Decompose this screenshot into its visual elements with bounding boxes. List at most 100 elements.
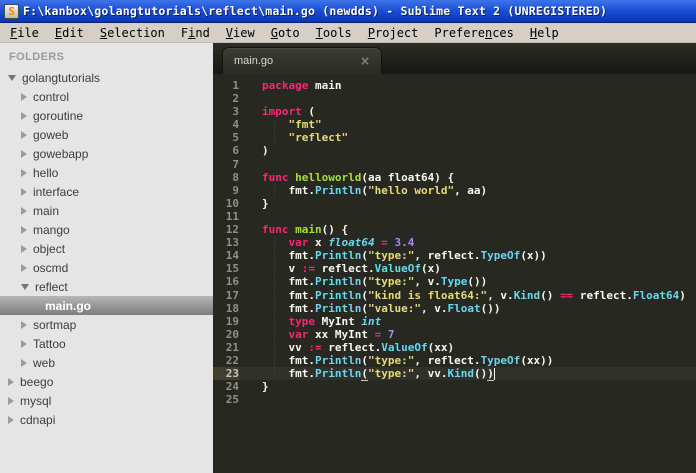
code-line[interactable]: 19 type MyInt int	[213, 314, 696, 328]
code-line-text: var x float64 = 3.4	[288, 236, 415, 250]
tree-item-label: cdnapi	[20, 412, 56, 427]
code-line[interactable]: 24}	[213, 380, 696, 393]
menu-item-preferences[interactable]: Preferences	[426, 24, 522, 42]
triangle-collapsed-icon[interactable]	[21, 187, 27, 196]
triangle-expanded-icon[interactable]	[8, 74, 16, 81]
folder-item-goweb[interactable]: goweb	[0, 125, 213, 144]
triangle-collapsed-icon[interactable]	[21, 168, 27, 177]
code-line[interactable]: 10}	[213, 197, 696, 210]
code-line[interactable]: 13 var x float64 = 3.4	[213, 236, 696, 250]
tree-item-label: oscmd	[33, 260, 69, 275]
tree-item-label: mysql	[20, 393, 52, 408]
code-line-text: fmt.Println("hello world", aa)	[262, 183, 488, 197]
folder-item-sortmap[interactable]: sortmap	[0, 315, 213, 334]
folder-item-gowebapp[interactable]: gowebapp	[0, 144, 213, 163]
code-line[interactable]: 22 fmt.Println("type:", reflect.TypeOf(x…	[213, 353, 696, 368]
sidebar: FOLDERS golangtutorials control goroutine g…	[0, 43, 213, 473]
code-line[interactable]: 9 fmt.Println("hello world", aa)	[213, 183, 696, 197]
code-area[interactable]: 1 package main 2 3 import (4 "fmt" 5 "reflect…	[213, 76, 696, 473]
indent-guide	[274, 314, 275, 328]
triangle-collapsed-icon[interactable]	[8, 377, 14, 386]
folder-item-reflect[interactable]: reflect	[0, 277, 213, 296]
indent-guide	[274, 367, 275, 381]
triangle-collapsed-icon[interactable]	[21, 225, 27, 234]
triangle-collapsed-icon[interactable]	[21, 206, 27, 215]
folder-item-mango[interactable]: mango	[0, 220, 213, 239]
indent-guide	[274, 327, 275, 341]
folder-item-tattoo[interactable]: Tattoo	[0, 334, 213, 353]
code-line[interactable]: 14 fmt.Println("type:", reflect.TypeOf(x…	[213, 249, 696, 263]
code-line[interactable]: 5 "reflect"	[213, 131, 696, 145]
triangle-collapsed-icon[interactable]	[21, 111, 27, 120]
menu-item-project[interactable]: Project	[360, 24, 427, 42]
triangle-collapsed-icon[interactable]	[21, 92, 27, 101]
folder-item-mysql[interactable]: mysql	[0, 391, 213, 410]
tab-main-go[interactable]: main.go ×	[222, 47, 382, 74]
code-line[interactable]: 11	[213, 210, 696, 223]
code-line-text: "reflect"	[288, 131, 349, 145]
file-item-main.go[interactable]: main.go	[0, 296, 213, 315]
triangle-collapsed-icon[interactable]	[21, 320, 27, 329]
menubar: File Edit Selection Find View Goto Tools Projec…	[0, 23, 696, 43]
sublime-text-window: S F:\kanbox\golangtutorials\reflect\main…	[0, 0, 696, 473]
folder-item-main[interactable]: main	[0, 201, 213, 220]
code-line[interactable]: 20 var xx MyInt = 7	[213, 327, 696, 341]
tree-item-label: main.go	[45, 298, 92, 313]
code-line-text: "fmt"	[288, 118, 322, 132]
folder-item-beego[interactable]: beego	[0, 372, 213, 391]
folder-item-interface[interactable]: interface	[0, 182, 213, 201]
code-line[interactable]: 18 fmt.Println("value:", v.Float())	[213, 301, 696, 315]
triangle-expanded-icon[interactable]	[21, 283, 29, 290]
code-line[interactable]: 6)	[213, 144, 696, 157]
triangle-collapsed-icon[interactable]	[21, 244, 27, 253]
indent-guide	[274, 131, 275, 145]
code-line[interactable]: 15 v := reflect.ValueOf(x)	[213, 262, 696, 276]
menu-item-goto[interactable]: Goto	[263, 24, 308, 42]
folder-item-object[interactable]: object	[0, 239, 213, 258]
code-line[interactable]: 1 package main	[213, 79, 696, 92]
menu-item-view[interactable]: View	[218, 24, 263, 42]
code-line[interactable]: 23 fmt.Println("type:", vv.Kind())	[213, 367, 696, 382]
menu-item-selection[interactable]: Selection	[92, 24, 173, 42]
code-line-text: vv := reflect.ValueOf(xx)	[262, 340, 455, 354]
triangle-collapsed-icon[interactable]	[8, 396, 14, 405]
code-line[interactable]: 21 vv := reflect.ValueOf(xx)	[213, 340, 696, 354]
triangle-collapsed-icon[interactable]	[21, 339, 27, 348]
folder-item-oscmd[interactable]: oscmd	[0, 258, 213, 277]
folder-item-goroutine[interactable]: goroutine	[0, 106, 213, 125]
triangle-collapsed-icon[interactable]	[21, 263, 27, 272]
menu-item-find[interactable]: Find	[173, 24, 218, 42]
code-line[interactable]: 25	[213, 393, 696, 406]
tab-close-icon[interactable]: ×	[360, 55, 370, 67]
tree-item-label: object	[33, 241, 66, 256]
menu-item-file[interactable]: File	[2, 24, 47, 42]
folder-item-web[interactable]: web	[0, 353, 213, 372]
titlebar[interactable]: S F:\kanbox\golangtutorials\reflect\main…	[0, 0, 696, 23]
line-number: 25	[225, 393, 239, 407]
menu-item-help[interactable]: Help	[522, 24, 567, 42]
line-number: 6	[232, 144, 239, 158]
menu-item-edit[interactable]: Edit	[47, 24, 92, 42]
folder-item-golangtutorials[interactable]: golangtutorials	[0, 68, 213, 87]
folder-item-control[interactable]: control	[0, 87, 213, 106]
line-number: 3	[232, 105, 239, 119]
code-line[interactable]: 8 func helloworld(aa float64) {	[213, 171, 696, 184]
code-line[interactable]: 7	[213, 158, 696, 171]
folder-item-cdnapi[interactable]: cdnapi	[0, 410, 213, 429]
triangle-collapsed-icon[interactable]	[21, 358, 27, 367]
triangle-collapsed-icon[interactable]	[21, 130, 27, 139]
code-line[interactable]: 2	[213, 92, 696, 105]
code-line[interactable]: 3 import (	[213, 105, 696, 118]
code-line-text: var xx MyInt = 7	[288, 327, 395, 341]
menu-item-tools[interactable]: Tools	[308, 24, 360, 42]
triangle-collapsed-icon[interactable]	[21, 149, 27, 158]
tree-item-label: control	[33, 89, 70, 104]
code-line-text: fmt.Println("type:", reflect.TypeOf(xx))	[262, 353, 554, 367]
code-line[interactable]: 4 "fmt"	[213, 118, 696, 132]
code-line[interactable]: 17 fmt.Println("kind is float64:", v.Kin…	[213, 288, 696, 302]
code-line[interactable]: 12 func main() {	[213, 223, 696, 236]
folder-item-hello[interactable]: hello	[0, 163, 213, 182]
code-line[interactable]: 16 fmt.Println("type:", v.Type())	[213, 275, 696, 289]
triangle-collapsed-icon[interactable]	[8, 415, 14, 424]
